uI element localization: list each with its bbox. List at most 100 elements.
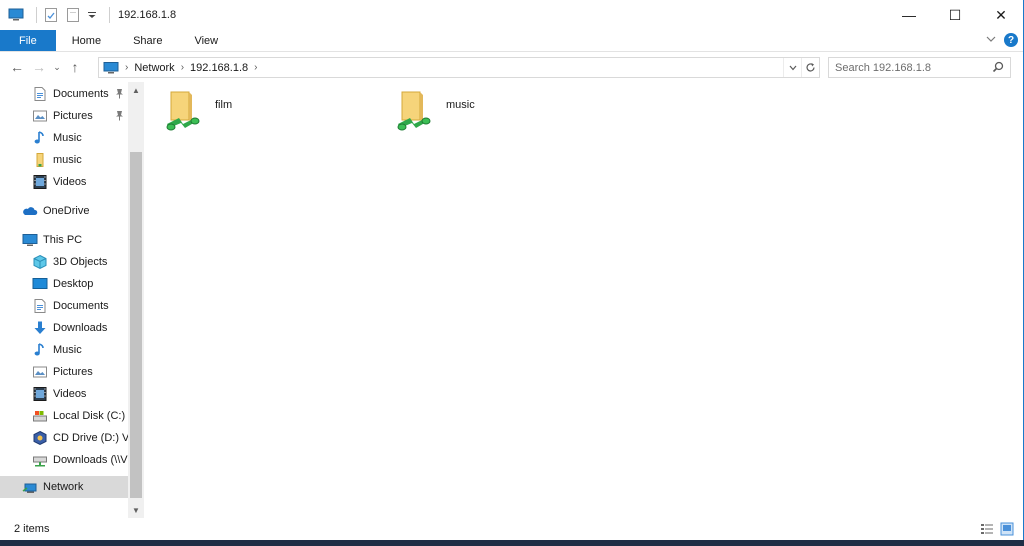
sidebar-item-network-drive[interactable]: Downloads (\\VB bbox=[0, 449, 128, 471]
pin-icon[interactable] bbox=[115, 88, 124, 99]
taskbar-edge bbox=[0, 540, 1024, 546]
sidebar-item-label: Downloads bbox=[53, 322, 108, 334]
toolbar-divider bbox=[109, 7, 110, 23]
scroll-down-icon[interactable]: ▼ bbox=[128, 502, 144, 518]
sidebar-item-label: OneDrive bbox=[43, 205, 90, 217]
list-item[interactable]: film bbox=[165, 90, 232, 134]
cd-drive-icon bbox=[32, 430, 48, 446]
minimize-button[interactable]: — bbox=[886, 0, 932, 30]
address-bar-controls bbox=[783, 58, 819, 77]
sidebar-item-label: Network bbox=[43, 481, 84, 493]
sidebar-item-downloads[interactable]: Downloads bbox=[0, 317, 128, 339]
sidebar-item-quick-videos[interactable]: Videos bbox=[0, 171, 128, 193]
tab-file[interactable]: File bbox=[0, 30, 56, 51]
network-icon bbox=[22, 479, 38, 495]
address-bar[interactable]: › Network › 192.168.1.8 › bbox=[98, 57, 820, 78]
toolbar-divider bbox=[36, 7, 37, 23]
customize-dropdown-icon[interactable] bbox=[87, 7, 97, 23]
sidebar-item-onedrive[interactable]: OneDrive bbox=[0, 200, 128, 222]
address-history-dropdown-icon[interactable] bbox=[783, 58, 801, 77]
tab-share[interactable]: Share bbox=[117, 30, 178, 51]
sidebar-item-label: Local Disk (C:) bbox=[53, 410, 126, 422]
sidebar-item-music-folder[interactable]: music bbox=[0, 149, 128, 171]
up-button[interactable]: ↑ bbox=[64, 56, 86, 78]
search-input[interactable] bbox=[829, 61, 987, 74]
refresh-icon[interactable] bbox=[801, 58, 819, 77]
sidebar-item-label: Pictures bbox=[53, 110, 93, 122]
breadcrumb-network[interactable]: Network bbox=[134, 62, 174, 74]
scroll-up-icon[interactable]: ▲ bbox=[128, 82, 144, 98]
onedrive-cloud-icon bbox=[22, 203, 38, 219]
search-box[interactable] bbox=[828, 57, 1011, 78]
folder-icon bbox=[32, 152, 48, 168]
videos-icon bbox=[32, 386, 48, 402]
music-note-icon bbox=[32, 130, 48, 146]
pictures-icon bbox=[32, 108, 48, 124]
network-drive-icon bbox=[32, 452, 48, 468]
sidebar-item-label: CD Drive (D:) Vir bbox=[53, 432, 128, 444]
item-count: 2 items bbox=[14, 523, 50, 535]
forward-button[interactable]: → bbox=[28, 56, 50, 78]
sidebar-item-label: This PC bbox=[43, 234, 83, 246]
shared-folder-icon bbox=[165, 90, 201, 134]
sidebar-item-label: Pictures bbox=[53, 366, 93, 378]
ribbon-controls: ? bbox=[986, 33, 1018, 47]
computer-icon bbox=[22, 232, 38, 248]
help-button[interactable]: ? bbox=[1004, 33, 1018, 47]
breadcrumb-chevron-icon[interactable]: › bbox=[181, 62, 184, 73]
sidebar-item-label: music bbox=[53, 154, 82, 166]
sidebar-item-label: Documents bbox=[53, 88, 109, 100]
recent-locations-button[interactable]: ⌄ bbox=[50, 56, 64, 78]
documents-icon bbox=[32, 86, 48, 102]
sidebar-item-quick-pictures[interactable]: Pictures bbox=[0, 105, 128, 127]
navigation-pane-scrollbar[interactable]: ▲ ▼ bbox=[128, 82, 144, 518]
scrollbar-thumb[interactable] bbox=[130, 152, 142, 498]
sidebar-item-label: Documents bbox=[53, 300, 109, 312]
sidebar-item-desktop[interactable]: Desktop bbox=[0, 273, 128, 295]
sidebar-item-network[interactable]: Network bbox=[0, 476, 128, 498]
pictures-icon bbox=[32, 364, 48, 380]
sidebar-item-3d-objects[interactable]: 3D Objects bbox=[0, 251, 128, 273]
sidebar-item-label: Music bbox=[53, 132, 82, 144]
sidebar-item-label: Videos bbox=[53, 388, 87, 400]
breadcrumb-host[interactable]: 192.168.1.8 bbox=[190, 62, 248, 74]
shared-folder-icon bbox=[396, 90, 432, 134]
chevron-down-icon[interactable] bbox=[986, 35, 996, 46]
videos-icon bbox=[32, 174, 48, 190]
navigation-bar: ← → ⌄ ↑ › Network › 192.168.1.8 › bbox=[0, 53, 1024, 81]
sidebar-item-music[interactable]: Music bbox=[0, 339, 128, 361]
large-icons-view-icon[interactable] bbox=[1000, 522, 1014, 536]
new-folder-icon[interactable] bbox=[65, 7, 81, 23]
sidebar-item-documents[interactable]: Documents bbox=[0, 295, 128, 317]
sidebar-item-cd-drive[interactable]: CD Drive (D:) Vir bbox=[0, 427, 128, 449]
properties-icon[interactable] bbox=[43, 7, 59, 23]
sidebar-item-this-pc[interactable]: This PC bbox=[0, 229, 128, 251]
back-button[interactable]: ← bbox=[6, 56, 28, 78]
list-item[interactable]: music bbox=[396, 90, 475, 134]
computer-icon bbox=[103, 61, 119, 74]
breadcrumb-chevron-icon[interactable]: › bbox=[125, 62, 128, 73]
sidebar-item-quick-documents[interactable]: Documents bbox=[0, 83, 128, 105]
sidebar-item-quick-music[interactable]: Music bbox=[0, 127, 128, 149]
sidebar-item-label: Videos bbox=[53, 176, 87, 188]
maximize-button[interactable]: ☐ bbox=[932, 0, 978, 30]
sidebar-item-pictures[interactable]: Pictures bbox=[0, 361, 128, 383]
desktop-icon bbox=[32, 276, 48, 292]
details-view-icon[interactable] bbox=[980, 522, 994, 536]
sidebar-item-videos[interactable]: Videos bbox=[0, 383, 128, 405]
tab-view[interactable]: View bbox=[178, 30, 234, 51]
status-bar: 2 items bbox=[0, 518, 1024, 540]
search-icon[interactable] bbox=[992, 61, 1004, 73]
computer-icon[interactable] bbox=[8, 7, 24, 23]
sidebar-item-local-disk[interactable]: Local Disk (C:) bbox=[0, 405, 128, 427]
navigation-pane: Documents Pictures Music music Videos On… bbox=[0, 82, 144, 518]
sidebar-item-label: Desktop bbox=[53, 278, 94, 290]
ribbon-tabs: File Home Share View ? bbox=[0, 30, 1024, 52]
tab-home[interactable]: Home bbox=[56, 30, 117, 51]
close-button[interactable]: ✕ bbox=[978, 0, 1024, 30]
window-controls: — ☐ ✕ bbox=[886, 0, 1024, 30]
breadcrumb-chevron-icon[interactable]: › bbox=[254, 62, 257, 73]
pin-icon[interactable] bbox=[115, 110, 124, 121]
file-list: film music bbox=[145, 82, 1024, 518]
documents-icon bbox=[32, 298, 48, 314]
